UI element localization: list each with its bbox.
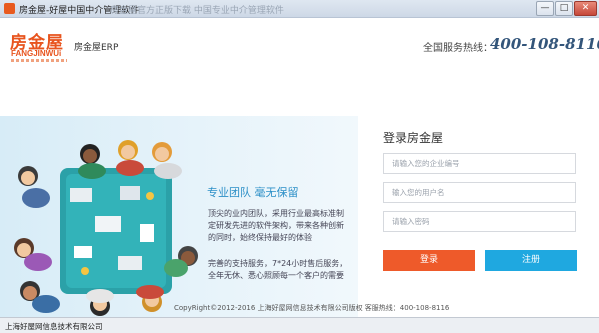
close-button[interactable]: ✕ (574, 1, 597, 16)
person-icon (14, 238, 52, 271)
login-title: 登录房金屋 (383, 131, 444, 145)
person-icon (136, 285, 164, 312)
window-ghost-title: 房金屋官方正版下载 中国专业中介管理软件 (110, 6, 284, 16)
hotline-number: 400-108-8116 (490, 35, 599, 53)
brand-logo: 房金屋 FANGJINWUi (10, 28, 68, 68)
maximize-button[interactable]: □ (555, 1, 573, 16)
login-button[interactable]: 登录 (383, 250, 475, 271)
minimize-button[interactable]: — (536, 1, 554, 16)
password-input[interactable] (383, 211, 576, 232)
coffee-cup-icon (146, 192, 154, 200)
person-icon (20, 281, 60, 313)
laptop-icon (120, 186, 140, 200)
laptop-icon (70, 188, 92, 202)
register-button[interactable]: 注册 (485, 250, 577, 271)
logo-en-text: FANGJINWUi (11, 49, 62, 58)
hero-paragraph-team: 顶尖的业内团队，采用行业最高标准制定研发先进的软件架构，带来各种创新的同时，始终… (208, 209, 344, 242)
person-icon (18, 166, 50, 208)
product-name: 房金屋ERP (74, 43, 119, 53)
hero-title: 专业团队 毫无保留 (207, 186, 299, 199)
coffee-cup-icon (81, 267, 89, 275)
hotline-label: 全国服务热线： (423, 43, 493, 54)
person-icon (152, 142, 182, 179)
hero-banner: 专业团队 毫无保留 顶尖的业内团队，采用行业最高标准制定研发先进的软件架构，带来… (0, 116, 358, 317)
house-logo-icon (4, 3, 15, 14)
person-icon (116, 140, 144, 176)
username-input[interactable] (383, 182, 576, 203)
logo-underline (11, 59, 67, 62)
person-icon (78, 144, 106, 179)
window-titlebar: 房金屋-好屋中国中介管理软件 房金屋官方正版下载 中国专业中介管理软件 — □ … (0, 0, 599, 18)
status-company: 上海好屋网信息技术有限公司 (5, 322, 103, 331)
status-bar: 上海好屋网信息技术有限公司 (0, 317, 599, 333)
laptop-icon (95, 216, 121, 232)
hero-paragraph-service: 完善的支持服务，7*24小时售后服务，全年无休、悉心照顾每一个客户的需要 (208, 259, 348, 280)
app-header: 房金屋 FANGJINWUi 房金屋ERP 全国服务热线： 400-108-81… (0, 18, 599, 116)
paper-icon (140, 224, 154, 242)
login-panel: 登录房金屋 登录 注册 (358, 116, 599, 317)
company-id-input[interactable] (383, 153, 576, 174)
main-area: 专业团队 毫无保留 顶尖的业内团队，采用行业最高标准制定研发先进的软件架构，带来… (0, 116, 599, 317)
laptop-icon (118, 256, 142, 270)
copyright-text: CopyRight©2012-2016 上海好屋网信息技术有限公司版权 客服热线… (174, 304, 450, 312)
paper-icon (74, 246, 92, 258)
person-icon (86, 289, 114, 316)
